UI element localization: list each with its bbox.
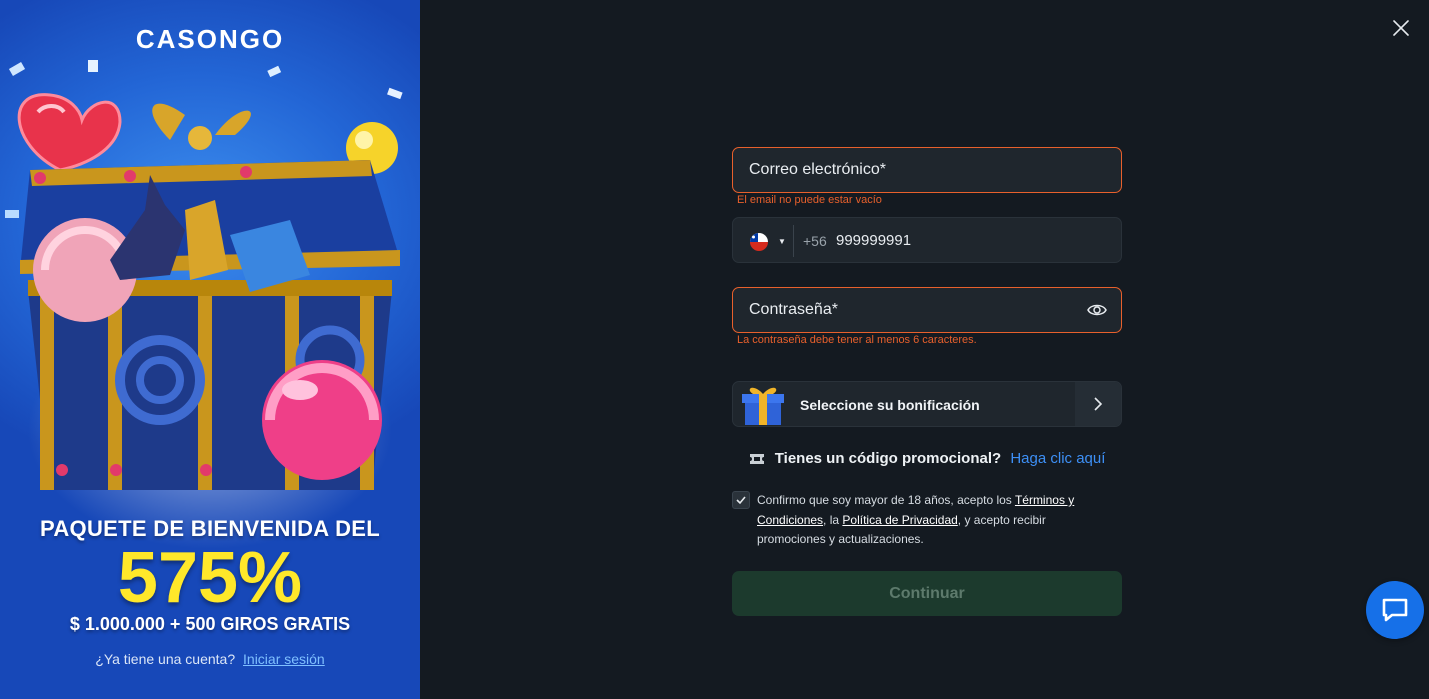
consent-text: Confirmo que soy mayor de 18 años, acept… (757, 491, 1112, 550)
email-placeholder: Correo electrónico* (749, 161, 886, 178)
promo-panel: CASONGO PAQUETE DE BIENVENIDA DEL 575% $… (0, 0, 420, 699)
phone-number-value: 999999991 (836, 232, 912, 249)
chile-flag-icon (750, 233, 768, 251)
promo-code-link[interactable]: Haga clic aquí (1010, 450, 1105, 467)
chevron-right-icon (1094, 397, 1103, 411)
brand-logo: CASONGO (135, 24, 285, 54)
consent-checkbox[interactable] (732, 491, 750, 509)
email-error: El email no puede estar vacío (737, 194, 882, 206)
email-field[interactable]: Correo electrónico* (732, 147, 1122, 193)
ticket-icon (749, 454, 764, 465)
continue-button[interactable]: Continuar (732, 571, 1122, 616)
password-field[interactable]: Contraseña* (732, 287, 1122, 333)
promo-subline: $ 1.000.000 + 500 GIROS GRATIS (69, 614, 351, 634)
promo-percent: 575% (117, 538, 303, 618)
promo-code-question: Tienes un código promocional? (774, 450, 1002, 467)
chat-icon (1382, 598, 1408, 622)
toggle-password-visibility[interactable] (1087, 301, 1107, 324)
select-bonus-button[interactable]: Seleccione su bonificación (732, 381, 1122, 427)
login-prompt: ¿Ya tiene una cuenta? Iniciar sesión (0, 651, 420, 667)
bonus-arrow-box (1075, 382, 1121, 426)
chevron-down-icon: ▼ (778, 237, 786, 246)
login-prompt-text: ¿Ya tiene una cuenta? (95, 651, 236, 667)
check-icon (736, 496, 746, 505)
bonus-label: Seleccione su bonificación (800, 397, 980, 413)
eye-icon (1087, 304, 1107, 316)
treasure-chest-illustration (5, 60, 403, 490)
close-icon (1393, 20, 1409, 36)
gift-icon (742, 387, 784, 425)
privacy-link[interactable]: Política de Privacidad (842, 513, 957, 527)
phone-country-code: +56 (803, 233, 827, 249)
login-link[interactable]: Iniciar sesión (243, 651, 325, 667)
chat-button[interactable] (1366, 581, 1424, 639)
password-placeholder: Contraseña* (749, 301, 838, 318)
phone-field[interactable]: ▼ +56 999999991 (732, 217, 1122, 263)
close-button[interactable] (1391, 18, 1411, 38)
country-selector[interactable] (749, 232, 769, 252)
password-error: La contraseña debe tener al menos 6 cara… (737, 334, 977, 346)
promo-code-row: Tienes un código promocional? Haga clic … (732, 450, 1122, 467)
consent-text-1: Confirmo que soy mayor de 18 años, acept… (757, 493, 1015, 507)
consent-text-2: , la (823, 512, 843, 527)
phone-divider (793, 225, 794, 257)
